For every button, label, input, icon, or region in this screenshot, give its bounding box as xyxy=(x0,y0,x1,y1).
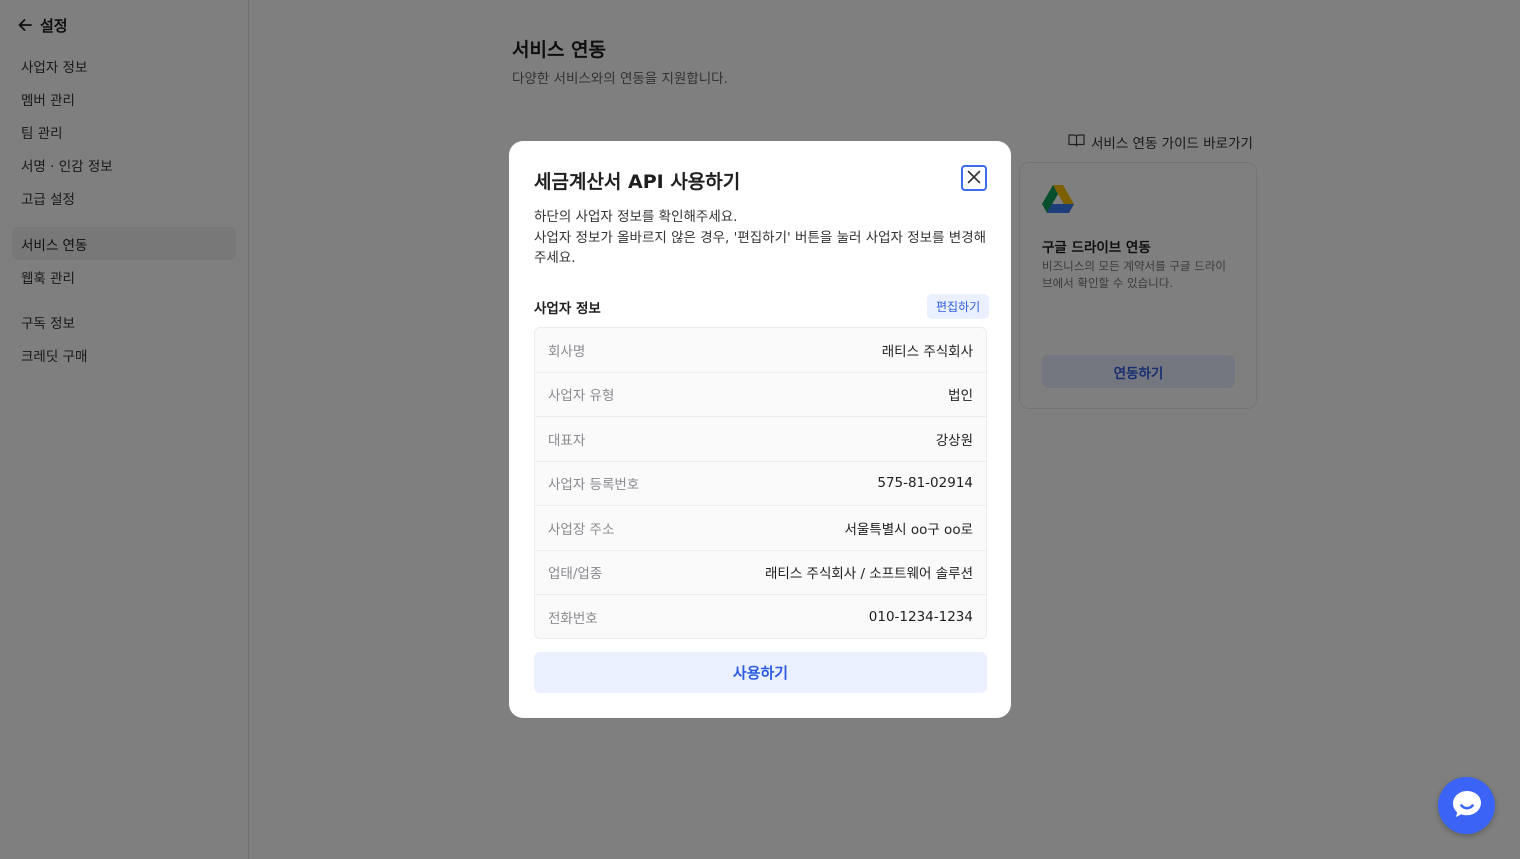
info-value: 010-1234-1234 xyxy=(868,609,973,626)
info-row-address: 사업장 주소 서울특별시 oo구 oo로 xyxy=(535,506,986,551)
info-value: 래티스 주식회사 xyxy=(881,343,973,360)
tax-invoice-api-modal: 세금계산서 API 사용하기 하단의 사업자 정보를 확인해주세요. 사업자 정… xyxy=(509,141,1011,718)
info-row-phone: 전화번호 010-1234-1234 xyxy=(535,595,986,638)
business-info-table: 회사명 래티스 주식회사 사업자 유형 법인 대표자 강상원 사업자 등록번호 … xyxy=(534,327,987,639)
chat-bubble-icon xyxy=(1451,789,1483,823)
info-label: 사업자 등록번호 xyxy=(548,477,640,494)
info-label: 회사명 xyxy=(548,343,586,360)
info-value: 래티스 주식회사 / 소프트웨어 솔루션 xyxy=(764,566,973,583)
modal-title: 세금계산서 API 사용하기 xyxy=(534,171,741,193)
chat-support-button[interactable] xyxy=(1438,777,1495,834)
info-label: 사업자 유형 xyxy=(548,388,615,405)
close-icon xyxy=(967,169,981,188)
info-row-type: 사업자 유형 법인 xyxy=(535,373,986,417)
info-value: 법인 xyxy=(948,388,973,405)
edit-button[interactable]: 편집하기 xyxy=(927,294,990,319)
modal-description-line-1: 하단의 사업자 정보를 확인해주세요. xyxy=(534,209,738,225)
close-button[interactable] xyxy=(961,165,987,191)
info-row-company: 회사명 래티스 주식회사 xyxy=(535,328,986,373)
info-row-industry: 업태/업종 래티스 주식회사 / 소프트웨어 솔루션 xyxy=(535,551,986,595)
info-value: 서울특별시 oo구 oo로 xyxy=(844,521,973,538)
use-button[interactable]: 사용하기 xyxy=(534,652,987,693)
modal-description: 하단의 사업자 정보를 확인해주세요. 사업자 정보가 올바르지 않은 경우, … xyxy=(534,207,989,269)
info-label: 사업장 주소 xyxy=(548,521,615,538)
info-value: 강상원 xyxy=(935,432,973,449)
info-row-registration-number: 사업자 등록번호 575-81-02914 xyxy=(535,462,986,506)
info-value: 575-81-02914 xyxy=(877,475,973,492)
info-label: 대표자 xyxy=(548,432,586,449)
info-row-ceo: 대표자 강상원 xyxy=(535,417,986,462)
info-label: 업태/업종 xyxy=(548,566,603,583)
section-title: 사업자 정보 xyxy=(534,301,601,317)
info-label: 전화번호 xyxy=(548,611,598,628)
modal-description-line-2: 사업자 정보가 올바르지 않은 경우, '편집하기' 버튼을 눌러 사업자 정보… xyxy=(534,229,987,267)
